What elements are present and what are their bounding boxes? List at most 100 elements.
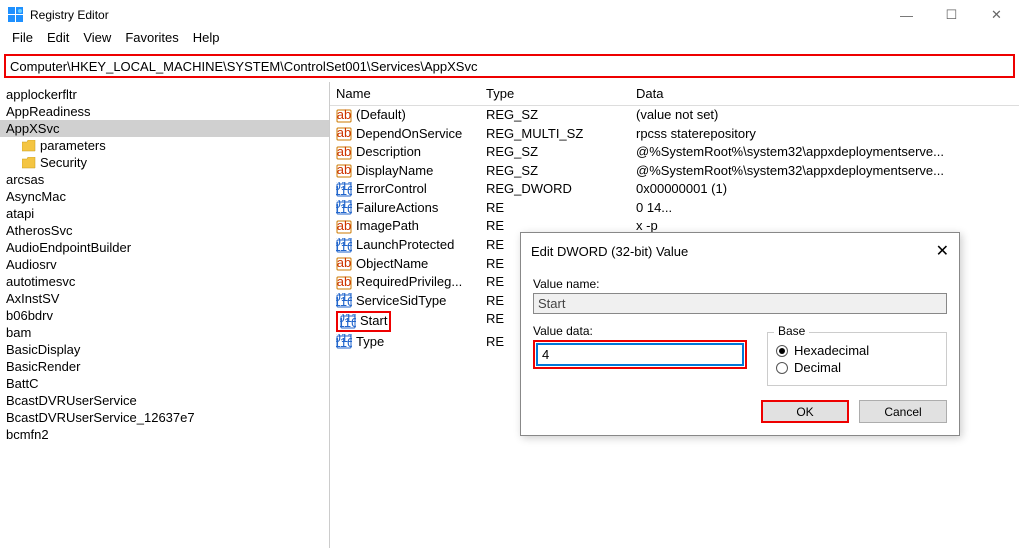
value-data-input[interactable] xyxy=(537,344,743,365)
tree-item-label: atapi xyxy=(6,206,34,221)
tree-item[interactable]: parameters xyxy=(0,137,329,154)
tree-item[interactable]: applockerfltr xyxy=(0,86,329,103)
col-data[interactable]: Data xyxy=(630,86,1019,101)
dword-value-icon: 011110 xyxy=(336,334,352,350)
value-row[interactable]: abDescriptionREG_SZ@%SystemRoot%\system3… xyxy=(330,143,1019,162)
menu-favorites[interactable]: Favorites xyxy=(119,30,184,50)
svg-text:ab: ab xyxy=(337,256,351,270)
window-controls: — ☐ ✕ xyxy=(884,0,1019,30)
dialog-title: Edit DWORD (32-bit) Value xyxy=(531,244,936,259)
value-data: @%SystemRoot%\system32\appxdeploymentser… xyxy=(630,144,1019,161)
dword-value-icon: 011110 xyxy=(336,182,352,198)
string-value-icon: ab xyxy=(336,163,352,179)
tree-item[interactable]: atapi xyxy=(0,205,329,222)
svg-text:110: 110 xyxy=(336,239,352,254)
ok-button[interactable]: OK xyxy=(761,400,849,423)
dword-value-icon: 011110 xyxy=(336,200,352,216)
radio-hexadecimal[interactable]: Hexadecimal xyxy=(776,343,938,358)
svg-text:ab: ab xyxy=(337,163,351,177)
value-name: Start xyxy=(360,313,387,328)
tree-item[interactable]: Security xyxy=(0,154,329,171)
tree-item-label: b06bdrv xyxy=(6,308,53,323)
tree-item-label: BattC xyxy=(6,376,39,391)
radio-icon xyxy=(776,362,788,374)
minimize-button[interactable]: — xyxy=(884,0,929,30)
value-row[interactable]: ab (Default) REG_SZ(value not set) xyxy=(330,106,1019,125)
tree-item[interactable]: AppReadiness xyxy=(0,103,329,120)
tree-item[interactable]: BasicDisplay xyxy=(0,341,329,358)
tree-item[interactable]: b06bdrv xyxy=(0,307,329,324)
address-bar[interactable]: Computer\HKEY_LOCAL_MACHINE\SYSTEM\Contr… xyxy=(4,54,1015,78)
value-data: rpcss staterepository xyxy=(630,126,1019,143)
value-row[interactable]: 011110ErrorControlREG_DWORD0x00000001 (1… xyxy=(330,180,1019,199)
value-name: ImagePath xyxy=(356,218,419,233)
base-label: Base xyxy=(774,324,809,338)
tree-item[interactable]: BasicRender xyxy=(0,358,329,375)
registry-tree[interactable]: applockerfltrAppReadinessAppXSvcparamete… xyxy=(0,82,330,548)
svg-text:ab: ab xyxy=(337,219,351,233)
value-name: DependOnService xyxy=(356,126,462,141)
close-button[interactable]: ✕ xyxy=(974,0,1019,30)
tree-item[interactable]: AsyncMac xyxy=(0,188,329,205)
value-type: REG_SZ xyxy=(480,107,630,124)
value-type: REG_MULTI_SZ xyxy=(480,126,630,143)
value-name: ObjectName xyxy=(356,256,428,271)
value-row[interactable]: ab DisplayName REG_SZ@%SystemRoot%\system3… xyxy=(330,162,1019,181)
value-data: (value not set) xyxy=(630,107,1019,124)
tree-item-label: AppReadiness xyxy=(6,104,91,119)
col-type[interactable]: Type xyxy=(480,86,630,101)
base-group: Base Hexadecimal Decimal xyxy=(767,332,947,386)
address-text: Computer\HKEY_LOCAL_MACHINE\SYSTEM\Contr… xyxy=(10,59,477,74)
dword-value-icon: 011110 xyxy=(340,314,356,330)
tree-item[interactable]: AtherosSvc xyxy=(0,222,329,239)
tree-item-label: AxInstSV xyxy=(6,291,59,306)
cancel-button[interactable]: Cancel xyxy=(859,400,947,423)
tree-item[interactable]: BcastDVRUserService_12637e7 xyxy=(0,409,329,426)
svg-text:110: 110 xyxy=(336,183,352,198)
value-name: LaunchProtected xyxy=(356,237,454,252)
col-name[interactable]: Name xyxy=(330,86,480,101)
value-name: (Default) xyxy=(356,107,406,122)
menu-help[interactable]: Help xyxy=(187,30,226,50)
tree-item[interactable]: AppXSvc xyxy=(0,120,329,137)
value-name: ErrorControl xyxy=(356,181,427,196)
string-value-icon: ab xyxy=(336,126,352,142)
tree-item[interactable]: AudioEndpointBuilder xyxy=(0,239,329,256)
tree-item[interactable]: BattC xyxy=(0,375,329,392)
value-data: @%SystemRoot%\system32\appxdeploymentser… xyxy=(630,163,1019,180)
string-value-icon: ab xyxy=(336,256,352,272)
maximize-button[interactable]: ☐ xyxy=(929,0,974,30)
tree-item[interactable]: arcsas xyxy=(0,171,329,188)
tree-item[interactable]: AxInstSV xyxy=(0,290,329,307)
dialog-close-icon[interactable]: ✕ xyxy=(936,241,949,261)
value-row[interactable]: ab DependOnService REG_MULTI_SZrpcss state… xyxy=(330,125,1019,144)
radio-decimal[interactable]: Decimal xyxy=(776,360,938,375)
svg-text:ab: ab xyxy=(337,126,351,140)
string-value-icon: ab xyxy=(336,219,352,235)
radio-icon xyxy=(776,345,788,357)
folder-icon xyxy=(22,140,36,152)
string-value-icon: ab xyxy=(336,108,352,124)
menu-file[interactable]: File xyxy=(6,30,39,50)
value-list: Name Type Data ab(Default)REG_SZ(value n… xyxy=(330,82,1019,548)
value-type: REG_SZ xyxy=(480,163,630,180)
folder-icon xyxy=(22,157,36,169)
app-icon xyxy=(8,7,24,23)
tree-item[interactable]: BcastDVRUserService xyxy=(0,392,329,409)
tree-item[interactable]: Audiosrv xyxy=(0,256,329,273)
value-name: Description xyxy=(356,144,421,159)
value-name-label: Value name: xyxy=(533,277,947,291)
value-type: RE xyxy=(480,200,630,217)
value-name: FailureActions xyxy=(356,200,438,215)
value-name: DisplayName xyxy=(356,163,433,178)
value-row[interactable]: 011110FailureActionsRE0 14... xyxy=(330,199,1019,218)
tree-item[interactable]: bam xyxy=(0,324,329,341)
menu-edit[interactable]: Edit xyxy=(41,30,75,50)
tree-item[interactable]: bcmfn2 xyxy=(0,426,329,443)
tree-item-label: BasicDisplay xyxy=(6,342,80,357)
tree-item[interactable]: autotimesvc xyxy=(0,273,329,290)
menu-view[interactable]: View xyxy=(77,30,117,50)
title-bar: Registry Editor — ☐ ✕ xyxy=(0,0,1019,30)
value-name: ServiceSidType xyxy=(356,293,446,308)
value-name-input xyxy=(533,293,947,314)
